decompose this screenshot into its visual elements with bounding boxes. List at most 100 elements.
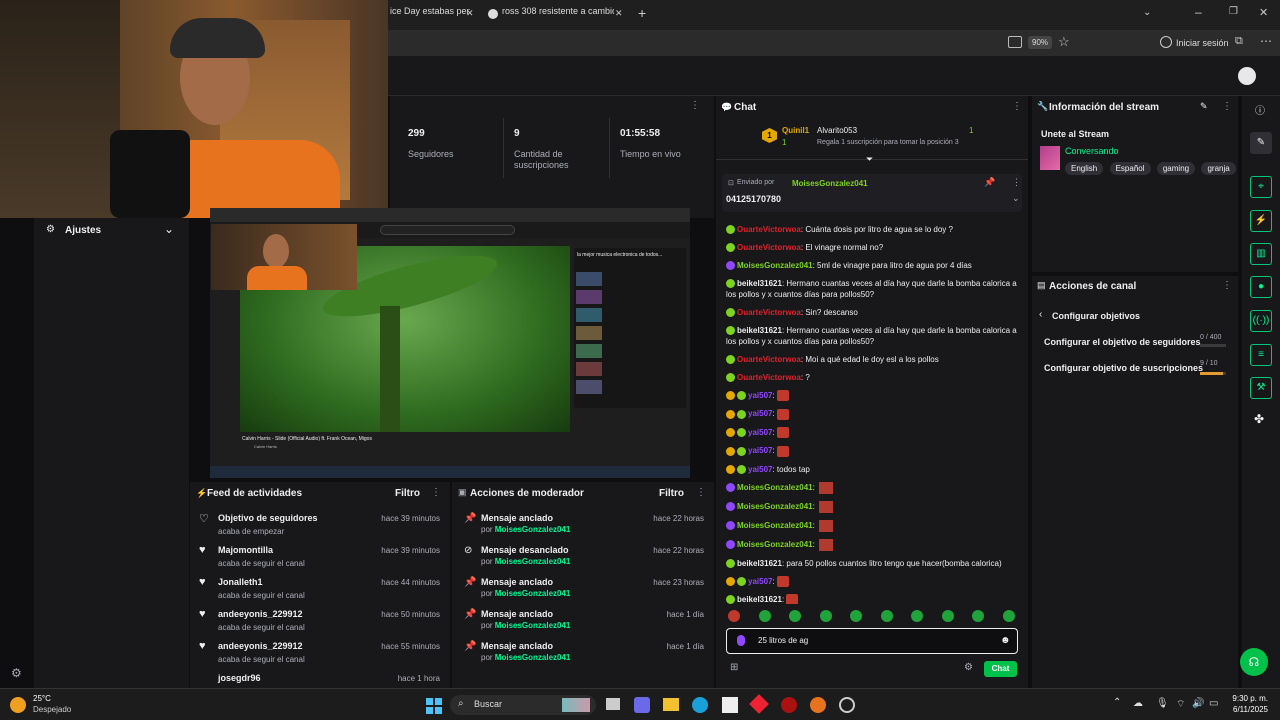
chat-message[interactable]: OuarteVictorwoa: Moi a qué edad le doy e… [726,354,1024,365]
browser-tab[interactable]: ross 308 resistente a cambios cl [502,6,614,24]
chat-message[interactable]: yai507: [726,408,1024,420]
zoom-level[interactable]: 90% [1028,36,1053,49]
star-icon[interactable]: ☆ [1058,34,1070,50]
chat-message[interactable]: beikel31621: Hermano cuantas veces al dí… [726,278,1024,300]
microphone-icon[interactable]: 🎙 [1156,698,1169,709]
chat-message[interactable]: beikel31621: para 50 pollos cuantos litr… [726,558,1024,569]
wrench-icon[interactable]: ⚒ [1250,377,1272,399]
chevron-up-icon[interactable]: ⌃ [1113,697,1121,708]
back-icon[interactable]: ‹ [1039,309,1042,320]
chat-message[interactable]: OuarteVictorwoa: Cuánta dosis por litro … [726,224,1024,235]
leaderboard-prompt[interactable]: Regala 1 suscripción para tomar la posic… [817,139,959,146]
copilot-icon[interactable] [634,697,650,713]
battery-icon[interactable]: ▭ [1209,698,1218,709]
screenshot-icon[interactable] [1008,36,1022,48]
chat-message[interactable]: yai507: [726,427,1024,439]
new-tab-icon[interactable]: + [638,5,646,21]
chat-input[interactable]: 25 litros de ag ☻ [726,628,1018,654]
file-icon[interactable]: ▥ [1250,243,1272,265]
emote-button[interactable] [911,610,923,622]
avatar[interactable] [1238,67,1256,85]
maximize-icon[interactable]: ❐ [1229,6,1238,17]
chevron-down-icon[interactable]: ⌄ [1012,193,1020,204]
chat-username[interactable]: yai507 [748,446,772,455]
chat-username[interactable]: beikel31621 [737,595,782,604]
wifi-icon[interactable]: ⌔ [1176,698,1185,711]
chat-message[interactable]: MoisesGonzalez041: 5ml de vinagre para l… [726,260,1024,271]
more-icon[interactable]: ⋮ [1012,101,1022,112]
chat-username[interactable]: MoisesGonzalez041 [737,521,813,530]
list-item[interactable]: josegdr96 hace 1 hora [190,668,450,686]
chat-message[interactable]: yai507: [726,445,1024,457]
chat-input-text[interactable]: 25 litros de ag [758,636,808,645]
tag[interactable]: English [1065,162,1104,175]
chat-username[interactable]: yai507 [748,391,772,400]
chat-username[interactable]: yai507 [748,577,772,586]
gear-icon[interactable]: ⚙ [11,666,22,680]
emote-button[interactable] [850,610,862,622]
chat-message[interactable]: MoisesGonzalez041: [726,481,1024,494]
extensions-icon[interactable]: ⧉ [1235,35,1243,48]
chevron-down-icon[interactable]: ⌄ [164,222,174,236]
more-icon[interactable]: ⋮ [690,100,700,111]
folder-icon[interactable] [663,698,679,711]
filter-button[interactable]: Filtro [659,488,684,499]
goal-followers[interactable]: Configurar el objetivo de seguidores [1044,337,1209,347]
clock-date[interactable]: 6/11/2025 [1230,705,1268,714]
close-icon[interactable]: ✕ [466,8,474,19]
mod-user[interactable]: MoisesGonzalez041 [495,525,571,534]
emote-picker-icon[interactable]: ☻ [1000,635,1011,646]
edit-icon[interactable]: ✎ [1200,101,1208,112]
chat-message[interactable]: yai507: [726,575,1024,587]
goals-header[interactable]: Configurar objetivos [1052,311,1140,321]
chat-message[interactable]: yai507: todos tap [726,464,1024,475]
chat-message[interactable]: MoisesGonzalez041: [726,519,1024,532]
apps-icon[interactable]: ✤ [1254,412,1264,426]
emote-button[interactable] [728,610,740,622]
chat-username[interactable]: yai507 [748,465,772,474]
cloud-icon[interactable]: ☁ [1133,698,1143,709]
list-item[interactable]: 📌 Mensaje anclado por MoisesGonzalez041 … [452,604,714,636]
weather-temp[interactable]: 25°C [33,694,51,703]
leaderboard-first[interactable]: Quinil1 [782,126,809,135]
close-icon[interactable]: ✕ [615,8,623,19]
weather-desc[interactable]: Despejado [33,705,71,714]
more-icon[interactable]: ⋮ [696,487,706,498]
list-item[interactable]: 📌 Mensaje anclado por MoisesGonzalez041 … [452,508,714,540]
emote-button[interactable] [789,610,801,622]
mod-user[interactable]: MoisesGonzalez041 [495,621,571,630]
edit-icon[interactable]: ✎ [1250,132,1272,154]
emote-button[interactable] [941,610,954,622]
chat-username[interactable]: OuarteVictorwoa [737,225,801,234]
chat-message[interactable]: beikel31621: [726,594,1024,604]
firefox-icon[interactable] [810,697,826,713]
category-thumbnail[interactable] [1040,146,1060,170]
close-window-icon[interactable]: ✕ [1259,6,1268,19]
clock-time[interactable]: 9:30 p. m. [1230,694,1268,703]
chat-message[interactable]: MoisesGonzalez041: [726,500,1024,513]
stream-preview[interactable]: Calvin Harris - Slide (Official Audio) f… [210,208,690,478]
mod-user[interactable]: MoisesGonzalez041 [495,653,571,662]
chevron-down-icon[interactable]: ⏷ [866,154,873,165]
gift-icon[interactable]: ⊞ [730,662,738,673]
taskbar-search[interactable]: ⌕ Buscar [450,695,596,715]
app-icon[interactable] [781,697,797,713]
filter-button[interactable]: Filtro [395,488,420,499]
app-icon[interactable] [749,694,769,714]
emote-button[interactable] [972,610,984,622]
tag[interactable]: gaming [1156,162,1196,175]
browser-tab[interactable]: ice Day estabas pen [390,6,470,24]
target-icon[interactable]: ⌖ [1250,176,1272,198]
tag[interactable]: Español [1109,162,1151,175]
list-item[interactable]: ♥ andeeyonis_229912 acaba de seguir el c… [190,636,450,668]
chat-message[interactable]: OuarteVictorwoa: ? [726,372,1024,383]
stack-icon[interactable]: ≡ [1250,344,1272,366]
chat-username[interactable]: yai507 [748,428,772,437]
chat-username[interactable]: beikel31621 [737,559,782,568]
more-icon[interactable]: ⋮ [1222,101,1232,112]
chat-icon[interactable]: ● [1250,276,1272,298]
volume-icon[interactable]: 🔊 [1192,698,1204,709]
chat-username[interactable]: MoisesGonzalez041 [737,502,813,511]
pinned-user[interactable]: MoisesGonzalez041 [792,179,868,188]
chat-username[interactable]: OuarteVictorwoa [737,308,801,317]
